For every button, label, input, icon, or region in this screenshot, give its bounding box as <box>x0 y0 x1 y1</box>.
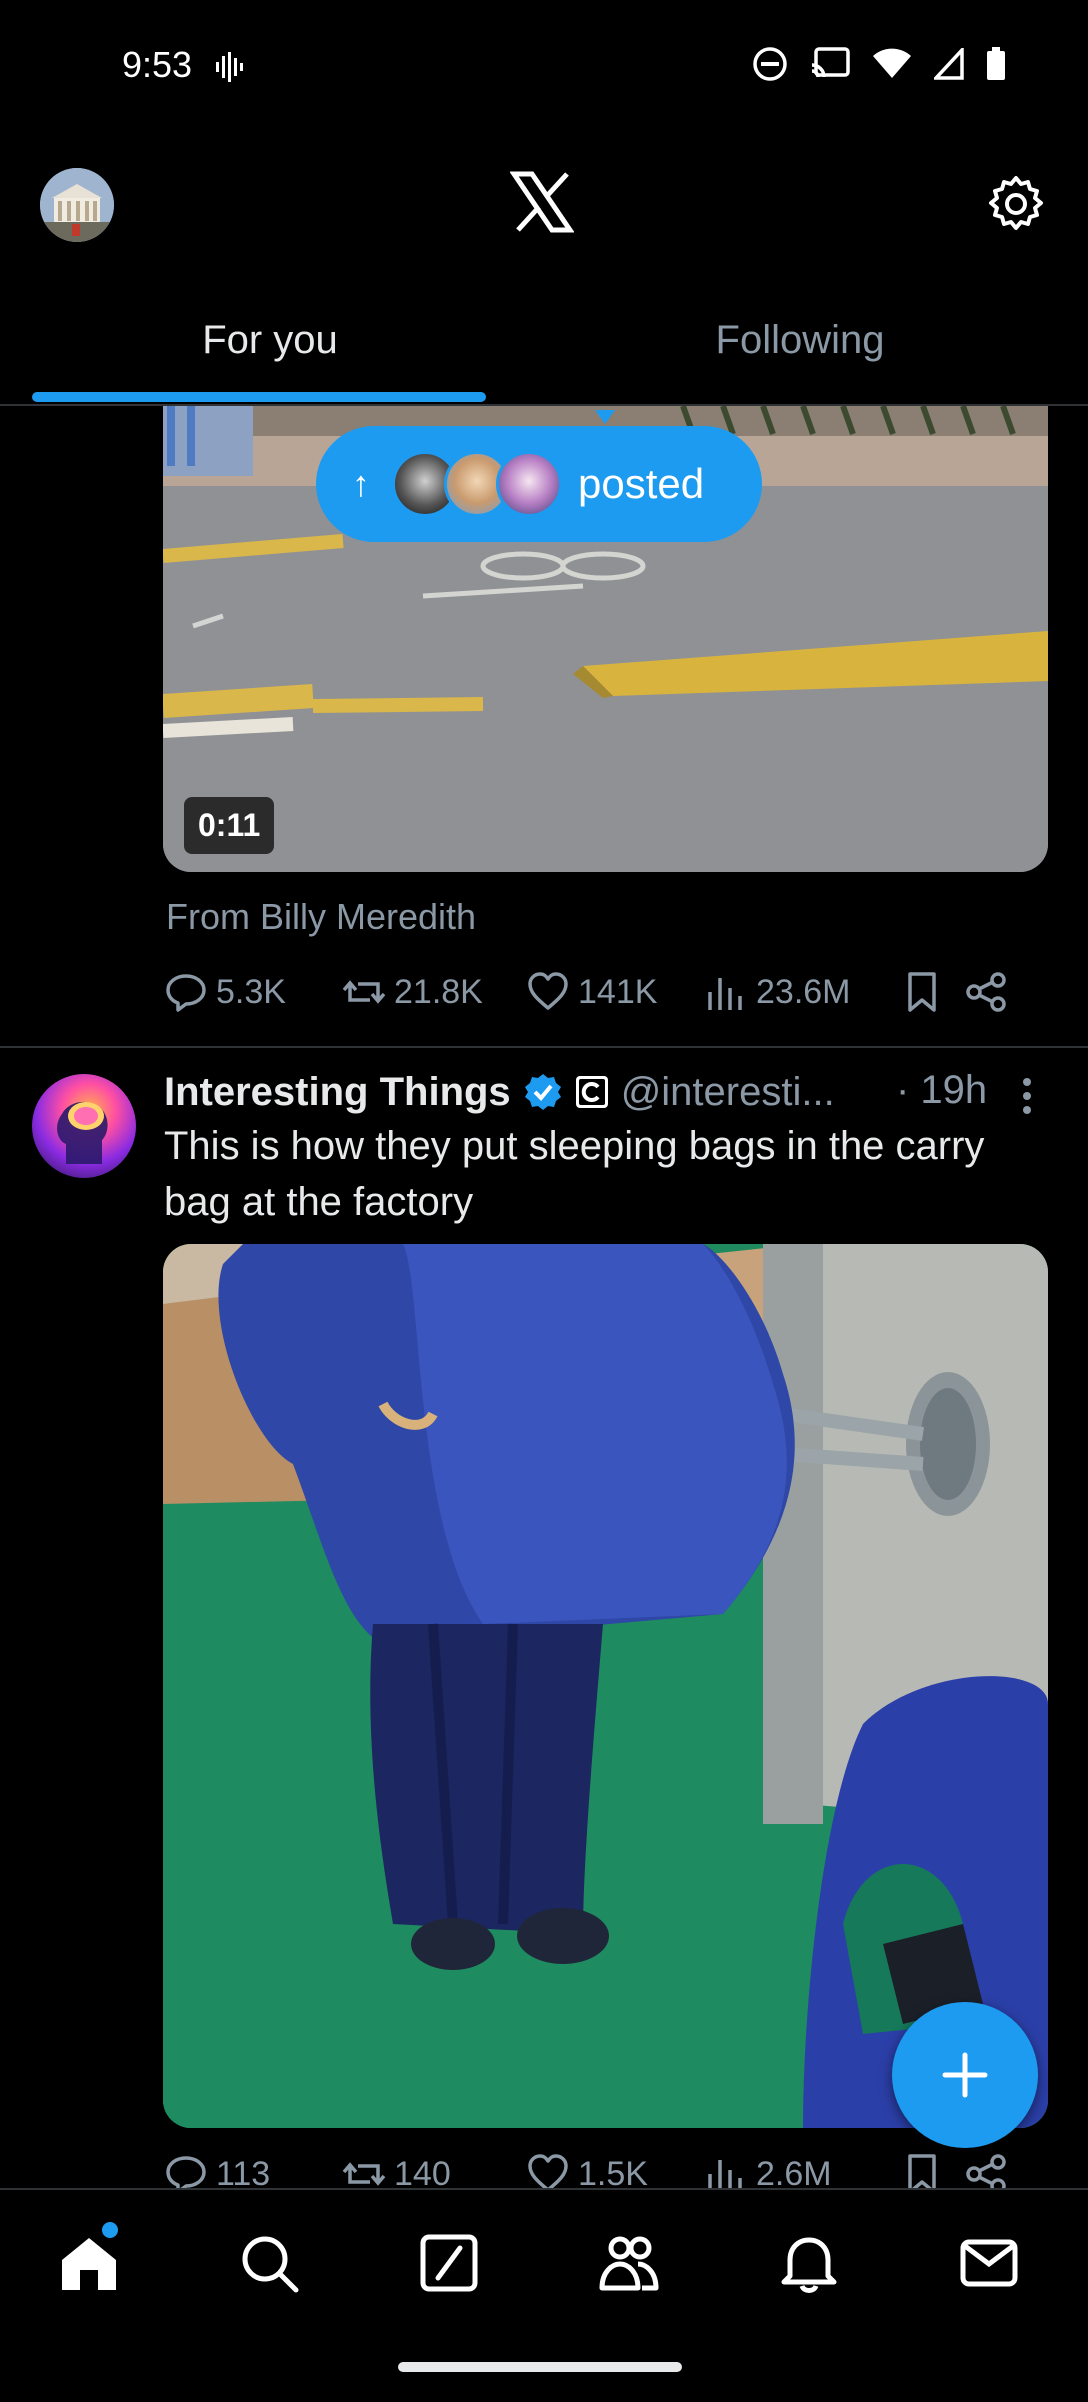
verified-badge-icon <box>524 1074 561 1110</box>
brain-head-icon <box>57 1101 108 1164</box>
active-tab-indicator <box>32 392 486 402</box>
post-author-line: Interesting Things @interesti... <box>164 1064 835 1120</box>
arrow-up-icon: ↑ <box>352 463 370 504</box>
dnd-icon <box>753 47 787 81</box>
plus-icon <box>942 2052 988 2098</box>
pill-avatar-3 <box>496 451 562 517</box>
cell-signal-icon <box>934 48 964 80</box>
building-photo-icon <box>40 168 114 242</box>
grok-icon[interactable] <box>418 2232 480 2294</box>
home-indicator[interactable] <box>398 2362 682 2372</box>
tab-following[interactable]: Following <box>530 318 1070 363</box>
views-button[interactable]: 23.6M <box>704 970 900 1014</box>
new-posts-pill[interactable]: ↑ posted <box>316 426 762 542</box>
audio-wave-icon <box>216 52 243 82</box>
reply-icon <box>166 974 206 1012</box>
more-options-icon[interactable] <box>1012 1076 1042 1116</box>
messages-icon[interactable] <box>958 2232 1020 2294</box>
notifications-icon[interactable] <box>778 2232 840 2294</box>
author-handle[interactable]: @interesti... <box>621 1070 835 1115</box>
status-time: 9:53 <box>122 44 193 85</box>
status-icons <box>752 46 1006 82</box>
bookmark-icon <box>908 972 936 1012</box>
repost-count: 21.8K <box>394 972 483 1011</box>
post-divider <box>0 1046 1088 1048</box>
reply-button[interactable]: 5.3K <box>164 970 342 1014</box>
from-attribution[interactable]: From Billy Meredith <box>166 896 476 938</box>
compose-button[interactable] <box>892 2002 1038 2148</box>
share-button[interactable] <box>964 970 1008 1014</box>
battery-icon <box>987 47 1005 80</box>
author-name[interactable]: Interesting Things <box>164 1070 511 1115</box>
post-actions: 5.3K 21.8K 141K 23.6M <box>164 970 1044 1014</box>
post-time: · 19h <box>896 1068 988 1112</box>
author-avatar[interactable] <box>32 1074 136 1178</box>
post-video[interactable] <box>163 1244 1048 2128</box>
share-icon <box>966 972 1006 1012</box>
reply-count: 5.3K <box>216 972 286 1011</box>
wifi-icon <box>873 48 911 78</box>
like-count: 141K <box>578 972 658 1011</box>
post-text: This is how they put sleeping bags in th… <box>164 1124 985 1224</box>
home-notification-dot <box>102 2222 118 2238</box>
search-icon[interactable] <box>238 2232 300 2294</box>
like-button[interactable]: 141K <box>526 970 704 1014</box>
repost-button[interactable]: 21.8K <box>342 970 526 1014</box>
communities-icon[interactable] <box>598 2232 660 2294</box>
home-icon[interactable] <box>58 2232 120 2294</box>
heart-icon <box>528 972 568 1010</box>
x-logo-icon[interactable] <box>510 170 574 234</box>
factory-video-frame <box>163 1244 1048 2128</box>
video-duration: 0:11 <box>184 797 275 854</box>
affiliate-badge-icon <box>575 1076 608 1108</box>
views-count: 23.6M <box>756 972 851 1011</box>
views-icon <box>708 978 742 1010</box>
new-posts-label: posted <box>578 460 705 507</box>
bookmark-button[interactable] <box>900 970 964 1014</box>
repost-icon <box>342 980 386 1004</box>
profile-avatar[interactable] <box>40 168 114 242</box>
cast-icon <box>811 47 850 78</box>
gear-icon[interactable] <box>984 172 1048 236</box>
tab-for-you[interactable]: For you <box>0 318 540 363</box>
